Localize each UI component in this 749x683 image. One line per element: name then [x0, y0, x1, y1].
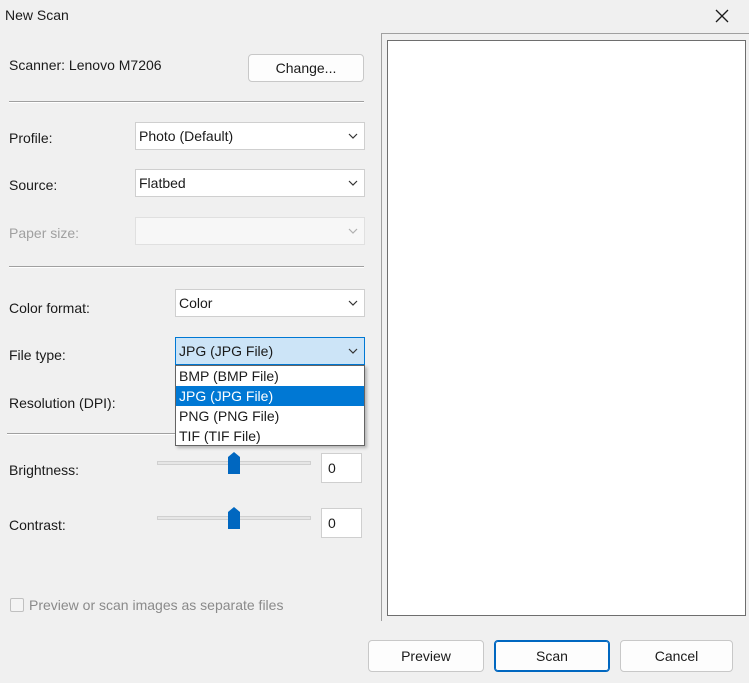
contrast-label: Contrast:: [9, 517, 66, 533]
color-format-value: Color: [179, 295, 213, 311]
dropdown-option-png[interactable]: PNG (PNG File): [176, 406, 364, 426]
dropdown-option-jpg[interactable]: JPG (JPG File): [176, 386, 364, 406]
close-icon: [715, 9, 729, 23]
slider-thumb[interactable]: [228, 507, 240, 529]
preview-canvas: [387, 40, 746, 616]
chevron-down-icon: [348, 300, 358, 306]
brightness-slider[interactable]: [157, 452, 311, 476]
dropdown-option-tif[interactable]: TIF (TIF File): [176, 426, 364, 446]
contrast-value: 0: [328, 515, 336, 531]
contrast-value-field[interactable]: 0: [321, 508, 362, 538]
chevron-down-icon: [348, 180, 358, 186]
separator: [9, 266, 364, 268]
close-button[interactable]: [699, 2, 745, 30]
profile-select[interactable]: Photo (Default): [135, 122, 365, 150]
source-select[interactable]: Flatbed: [135, 169, 365, 197]
scan-button[interactable]: Scan: [494, 640, 610, 672]
separator: [7, 433, 177, 435]
paper-size-label: Paper size:: [9, 225, 80, 241]
preview-button[interactable]: Preview: [368, 640, 484, 672]
profile-value: Photo (Default): [139, 128, 234, 144]
chevron-down-icon: [348, 228, 358, 234]
paper-size-select: [135, 217, 365, 245]
resolution-label: Resolution (DPI):: [9, 395, 116, 411]
source-value: Flatbed: [139, 175, 186, 191]
change-scanner-button[interactable]: Change...: [248, 54, 364, 82]
color-format-label: Color format:: [9, 300, 90, 316]
source-label: Source:: [9, 177, 58, 193]
separate-files-label: Preview or scan images as separate files: [29, 597, 284, 613]
cancel-button[interactable]: Cancel: [620, 640, 733, 672]
file-type-dropdown-list: BMP (BMP File) JPG (JPG File) PNG (PNG F…: [175, 365, 365, 446]
scanner-label: Scanner: Lenovo M7206: [9, 57, 162, 73]
separator: [9, 101, 364, 103]
profile-label: Profile:: [9, 130, 53, 146]
brightness-value-field[interactable]: 0: [321, 453, 362, 483]
brightness-label: Brightness:: [9, 462, 80, 478]
separate-files-checkbox[interactable]: [10, 598, 24, 612]
brightness-value: 0: [328, 460, 336, 476]
file-type-value: JPG (JPG File): [179, 343, 274, 359]
contrast-slider[interactable]: [157, 507, 311, 531]
file-type-label: File type:: [9, 347, 66, 363]
slider-thumb[interactable]: [228, 452, 240, 474]
color-format-select[interactable]: Color: [175, 289, 365, 317]
title-bar: New Scan: [0, 0, 749, 32]
dropdown-option-bmp[interactable]: BMP (BMP File): [176, 366, 364, 386]
chevron-down-icon: [348, 133, 358, 139]
file-type-select[interactable]: JPG (JPG File): [175, 337, 365, 365]
chevron-down-icon: [348, 348, 358, 354]
window-title: New Scan: [5, 7, 69, 23]
new-scan-dialog: New Scan Scanner: Lenovo M7206 Change...…: [0, 0, 749, 683]
